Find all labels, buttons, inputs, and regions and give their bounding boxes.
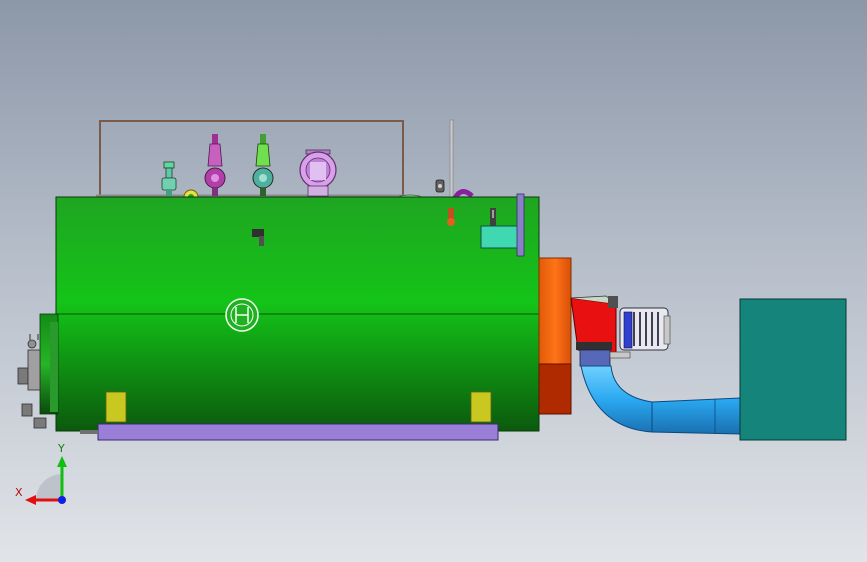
safety-valve-green bbox=[252, 134, 274, 196]
burner-motor bbox=[619, 307, 671, 351]
top-handrail bbox=[96, 120, 405, 198]
control-panel bbox=[480, 225, 519, 249]
axis-y-label: Y bbox=[57, 442, 65, 455]
safety-valve-small bbox=[161, 161, 177, 196]
support-saddle-front bbox=[105, 391, 127, 423]
air-duct bbox=[580, 365, 741, 435]
fan-box bbox=[739, 298, 847, 441]
coordinate-triad: X Y bbox=[15, 442, 67, 505]
support-saddle-rear bbox=[470, 391, 492, 423]
safety-valve-pink bbox=[204, 134, 226, 196]
cad-viewport[interactable]: X Y bbox=[0, 0, 867, 562]
level-gauge bbox=[435, 179, 445, 193]
main-steam-valve bbox=[299, 149, 337, 197]
base-skid bbox=[97, 423, 499, 441]
manhole-icon bbox=[225, 298, 259, 332]
vent-pipe bbox=[449, 119, 454, 201]
rear-door-upper bbox=[538, 257, 572, 365]
axis-x-label: X bbox=[15, 486, 23, 499]
rear-door-lower bbox=[538, 363, 572, 415]
